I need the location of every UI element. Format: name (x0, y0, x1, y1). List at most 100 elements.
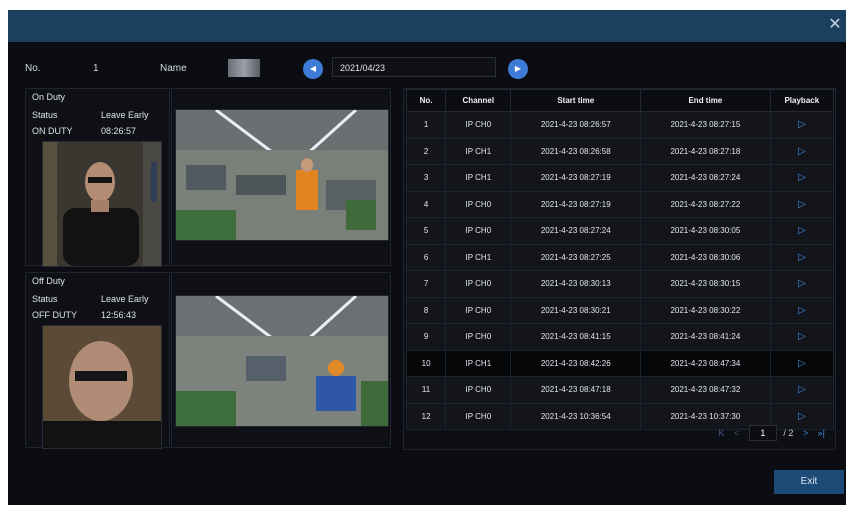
row-playback: ▷ (769, 217, 835, 245)
play-icon[interactable]: ▷ (798, 278, 806, 289)
row-no: 7 (405, 270, 447, 298)
row-end-time: 2021-4-23 08:41:24 (640, 323, 771, 351)
row-start-time: 2021-4-23 08:41:15 (510, 323, 642, 351)
off-duty-time: 12:56:43 (101, 310, 137, 320)
row-playback: ▷ (769, 111, 835, 139)
play-icon[interactable]: ▷ (798, 411, 806, 422)
table-row[interactable]: 2 IP CH1 2021-4-23 08:26:58 2021-4-23 08:27… (405, 137, 835, 165)
row-start-time: 2021-4-23 08:27:24 (510, 217, 642, 245)
off-duty-panel: Off Duty Status Leave Early OFF DUTY 12:… (25, 272, 170, 449)
table-row[interactable]: 10 IP CH1 2021-4-23 08:42:26 2021-4-23 08:4… (405, 349, 835, 377)
off-duty-scene-panel (171, 272, 391, 448)
on-duty-scene-panel (171, 88, 391, 266)
no-value: 1 (93, 63, 99, 74)
row-start-time: 2021-4-23 08:42:26 (510, 349, 642, 377)
row-no: 10 (405, 349, 447, 377)
row-start-time: 2021-4-23 08:47:18 (510, 376, 642, 404)
row-playback: ▷ (769, 296, 835, 324)
play-icon[interactable]: ▷ (798, 119, 806, 130)
chevron-left-icon: ◀ (309, 64, 317, 73)
row-start-time: 2021-4-23 08:26:57 (510, 111, 642, 139)
prev-date-button[interactable]: ◀ (303, 59, 323, 79)
on-duty-status-value: Leave Early (101, 110, 149, 120)
records-table: No. Channel Start time End time Playback… (405, 89, 835, 430)
row-channel: IP CH0 (445, 270, 512, 298)
on-duty-status-label: Status (32, 110, 58, 120)
date-field[interactable]: 2021/04/23 (332, 57, 496, 77)
row-channel: IP CH0 (445, 296, 512, 324)
row-playback: ▷ (769, 349, 835, 377)
row-channel: IP CH0 (445, 402, 512, 430)
play-icon[interactable]: ▷ (798, 305, 806, 316)
row-channel: IP CH1 (445, 243, 512, 271)
off-duty-portrait (42, 325, 162, 449)
row-end-time: 2021-4-23 08:30:06 (640, 243, 771, 271)
row-end-time: 2021-4-23 08:30:22 (640, 296, 771, 324)
table-row[interactable]: 6 IP CH1 2021-4-23 08:27:25 2021-4-23 08:30… (405, 243, 835, 271)
row-playback: ▷ (769, 323, 835, 351)
name-thumbnail (228, 59, 260, 77)
on-duty-face-image (43, 142, 161, 266)
row-no: 9 (405, 323, 447, 351)
column-playback: Playback (769, 89, 835, 112)
row-no: 3 (405, 164, 447, 192)
first-page-icon[interactable]: K (719, 428, 725, 438)
play-icon[interactable]: ▷ (798, 225, 806, 236)
off-duty-snapshot (175, 295, 389, 427)
office-scene-image (176, 296, 388, 426)
table-row[interactable]: 9 IP CH0 2021-4-23 08:41:15 2021-4-23 08:41… (405, 323, 835, 351)
next-page-icon[interactable]: > (803, 428, 808, 438)
play-icon[interactable]: ▷ (798, 331, 806, 342)
dialog-titlebar: ✕ (8, 10, 846, 42)
row-end-time: 2021-4-23 08:30:15 (640, 270, 771, 298)
row-playback: ▷ (769, 137, 835, 165)
row-channel: IP CH0 (445, 217, 512, 245)
row-channel: IP CH1 (445, 164, 512, 192)
prev-page-icon[interactable]: < (734, 428, 739, 438)
off-duty-title: Off Duty (32, 276, 65, 286)
page-total: / 2 (783, 428, 794, 438)
row-no: 5 (405, 217, 447, 245)
row-playback: ▷ (769, 376, 835, 404)
record-header: No. 1 Name ◀ 2021/04/23 ▶ (8, 54, 846, 84)
row-no: 8 (405, 296, 447, 324)
table-row[interactable]: 11 IP CH0 2021-4-23 08:47:18 2021-4-23 08:4… (405, 376, 835, 404)
play-icon[interactable]: ▷ (798, 199, 806, 210)
row-playback: ▷ (769, 190, 835, 218)
exit-button[interactable]: Exit (774, 470, 844, 494)
table-row[interactable]: 5 IP CH0 2021-4-23 08:27:24 2021-4-23 08:30… (405, 217, 835, 245)
table-row[interactable]: 7 IP CH0 2021-4-23 08:30:13 2021-4-23 08:30… (405, 270, 835, 298)
row-channel: IP CH1 (445, 349, 512, 377)
play-icon[interactable]: ▷ (798, 252, 806, 263)
row-end-time: 2021-4-23 08:27:22 (640, 190, 771, 218)
last-page-icon[interactable]: »| (818, 428, 825, 438)
on-duty-label: ON DUTY (32, 126, 73, 136)
row-start-time: 2021-4-23 08:26:58 (510, 137, 642, 165)
page-input[interactable]: 1 (748, 425, 777, 441)
table-row[interactable]: 4 IP CH0 2021-4-23 08:27:19 2021-4-23 08:27… (405, 190, 835, 218)
row-start-time: 2021-4-23 08:27:19 (510, 164, 642, 192)
attendance-dialog: ✕ No. 1 Name ◀ 2021/04/23 ▶ On Duty Stat… (8, 10, 846, 505)
table-row[interactable]: 1 IP CH0 2021-4-23 08:26:57 2021-4-23 08:27… (405, 111, 835, 139)
row-end-time: 2021-4-23 08:27:24 (640, 164, 771, 192)
chevron-right-icon: ▶ (514, 64, 522, 73)
on-duty-snapshot (175, 109, 389, 241)
play-icon[interactable]: ▷ (798, 384, 806, 395)
row-start-time: 2021-4-23 10:36:54 (510, 402, 642, 430)
table-row[interactable]: 8 IP CH0 2021-4-23 08:30:21 2021-4-23 08:30… (405, 296, 835, 324)
next-date-button[interactable]: ▶ (508, 59, 528, 79)
row-no: 12 (405, 402, 447, 430)
row-start-time: 2021-4-23 08:30:21 (510, 296, 642, 324)
play-icon[interactable]: ▷ (798, 146, 806, 157)
row-no: 6 (405, 243, 447, 271)
close-icon[interactable]: ✕ (826, 16, 844, 34)
pagination: K < 1 / 2 > »| (712, 425, 825, 441)
row-channel: IP CH0 (445, 190, 512, 218)
off-duty-status-value: Leave Early (101, 294, 149, 304)
table-row[interactable]: 3 IP CH1 2021-4-23 08:27:19 2021-4-23 08:27… (405, 164, 835, 192)
on-duty-time: 08:26:57 (101, 126, 137, 136)
row-end-time: 2021-4-23 08:27:15 (640, 111, 771, 139)
row-channel: IP CH0 (445, 376, 512, 404)
play-icon[interactable]: ▷ (798, 172, 806, 183)
play-icon[interactable]: ▷ (798, 358, 806, 369)
